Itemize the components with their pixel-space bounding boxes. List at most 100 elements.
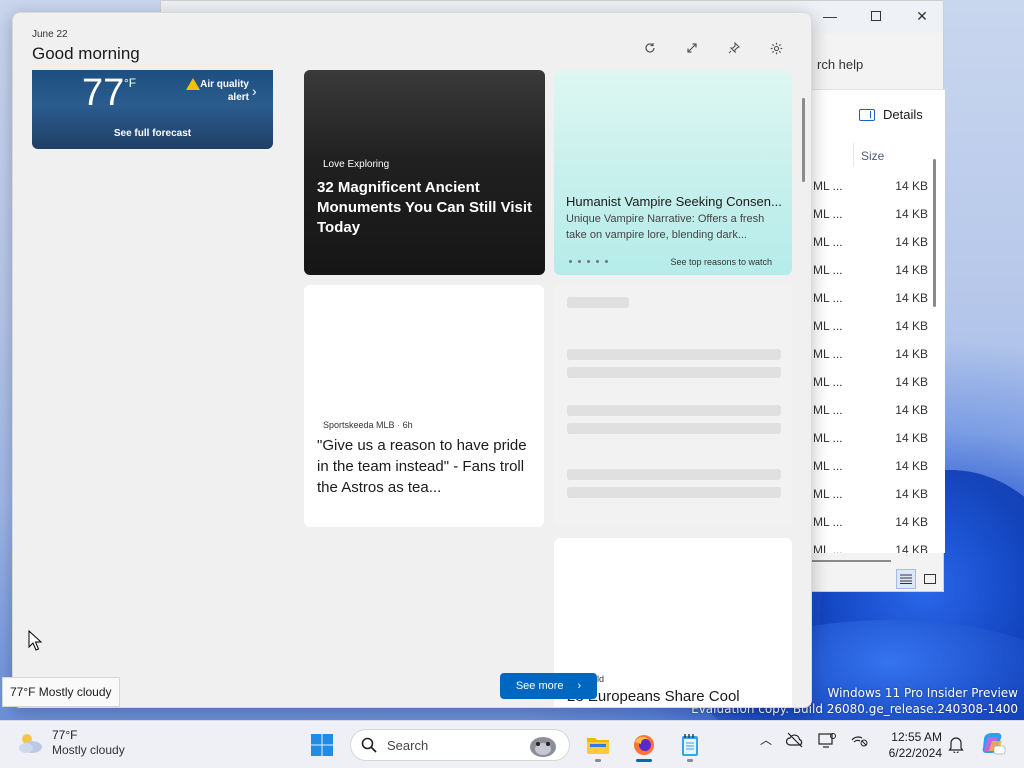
start-button[interactable] [304, 727, 340, 763]
file-list[interactable]: ML ... 14 KB ML ... 14 KB ML ... 14 KB ML ... 1… [811, 139, 945, 553]
news-card-monuments[interactable]: Love Exploring 32 Magnificent Ancient Mo… [304, 70, 545, 275]
table-row[interactable]: ML ... 14 KB [811, 229, 931, 257]
file-type-cell: ML ... [813, 207, 843, 221]
firefox-taskbar-button[interactable] [626, 727, 662, 763]
list-vertical-scrollbar[interactable] [933, 159, 936, 307]
file-type-cell: ML ... [813, 431, 843, 445]
file-type-cell: ML ... [813, 403, 843, 417]
details-pane-icon [859, 108, 875, 121]
cloud-offline-icon[interactable] [786, 732, 804, 748]
news-card-astros[interactable]: Sportskeeda MLB · 6h "Give us a reason t… [304, 285, 544, 527]
carousel-dot[interactable] [605, 260, 608, 263]
minimize-button[interactable]: — [807, 1, 853, 31]
file-size-cell: 14 KB [895, 459, 928, 473]
cloudy-weather-icon [19, 734, 42, 753]
gear-icon [770, 42, 782, 54]
search-icon [361, 737, 377, 753]
show-hidden-icons-button[interactable]: ︿ [760, 731, 772, 748]
weather-tooltip: 77°F Mostly cloudy [2, 677, 120, 707]
details-pane-button[interactable]: Details [859, 107, 923, 122]
network-icon[interactable] [850, 732, 868, 748]
promo-card-vampire[interactable]: Humanist Vampire Seeking Consen... Uniqu… [554, 70, 792, 275]
expand-icon [687, 43, 697, 53]
details-view-icon [900, 574, 912, 584]
table-row[interactable]: ML ... 14 KB [811, 369, 931, 397]
file-type-cell: ML ... [813, 319, 843, 333]
copilot-icon[interactable] [980, 731, 1006, 757]
card-title[interactable]: "Give us a reason to have pride in the t… [317, 435, 535, 498]
refresh-icon [645, 43, 655, 53]
file-size-cell: 14 KB [895, 431, 928, 445]
tiles-view-button[interactable] [920, 569, 940, 589]
card-source: Sportskeeda MLB [323, 420, 395, 430]
see-more-button[interactable]: See more › [500, 673, 597, 699]
see-more-label: See more [515, 680, 564, 692]
expand-button[interactable] [681, 37, 703, 59]
carousel-dot[interactable] [587, 260, 590, 263]
weather-temperature: 77 [82, 72, 125, 114]
table-row[interactable]: ML ... 14 KB [811, 313, 931, 341]
widgets-board[interactable]: June 22 Good morning 77 °F Air quality a… [12, 12, 812, 708]
widgets-date: June 22 [32, 29, 68, 40]
details-label: Details [883, 107, 923, 122]
card-title[interactable]: 23 Europeans Share Cool [567, 688, 787, 705]
skeleton-line [567, 297, 629, 308]
taskbar-weather-desc: Mostly cloudy [52, 743, 125, 757]
file-size-cell: 14 KB [895, 375, 928, 389]
table-row[interactable]: ML ... 14 KB [811, 201, 931, 229]
table-row[interactable]: ML ... 14 KB [811, 481, 931, 509]
table-row[interactable]: ML ... 14 KB [811, 509, 931, 537]
file-explorer-taskbar-button[interactable] [580, 727, 616, 763]
table-row[interactable]: ML ... 14 KB [811, 425, 931, 453]
file-type-cell: ML ... [813, 459, 843, 473]
search-placeholder: Search [387, 737, 429, 753]
pin-widget-button[interactable] [723, 37, 745, 59]
list-horizontal-scrollbar[interactable] [811, 560, 891, 562]
close-button[interactable]: ✕ [899, 1, 945, 31]
notification-bell-icon[interactable] [948, 735, 964, 753]
weather-unit: °F [124, 76, 137, 90]
card-description: Unique Vampire Narrative: Offers a fresh… [566, 213, 765, 241]
table-row[interactable]: ML ... 14 KB [811, 173, 931, 201]
taskbar-search-box[interactable]: Search [350, 729, 570, 761]
clock-time: 12:55 AM [891, 730, 942, 744]
table-row[interactable]: ML ... 14 KB [811, 341, 931, 369]
notepad-taskbar-button[interactable] [672, 727, 708, 763]
file-size-cell: 14 KB [895, 263, 928, 277]
card-title[interactable]: Humanist Vampire Seeking Consen... [566, 194, 788, 209]
table-row[interactable]: ML ... 14 KB [811, 285, 931, 313]
see-full-forecast-link[interactable]: See full forecast [32, 128, 273, 139]
column-divider[interactable] [853, 143, 854, 167]
file-size-cell: 14 KB [895, 319, 928, 333]
air-quality-alert[interactable]: Air quality alert [187, 78, 249, 104]
table-row[interactable]: ML ... 14 KB [811, 257, 931, 285]
details-view-button[interactable] [896, 569, 916, 589]
weather-widget[interactable]: 77 °F Air quality alert › See full forec… [32, 70, 273, 149]
table-row[interactable]: ML ... 14 KB [811, 397, 931, 425]
maximize-icon [871, 11, 881, 21]
carousel-dots[interactable] [569, 260, 608, 263]
chevron-right-icon[interactable]: › [252, 83, 257, 99]
system-clock[interactable]: 12:55 AM 6/22/2024 [882, 729, 942, 761]
carousel-dot[interactable] [578, 260, 581, 263]
taskbar-weather-widget[interactable]: 77°F Mostly cloudy [16, 728, 125, 758]
firefox-icon [634, 735, 654, 755]
maximize-button[interactable] [853, 1, 899, 31]
display-icon[interactable] [818, 732, 837, 748]
file-size-cell: 14 KB [895, 207, 928, 221]
card-source: Love Exploring [323, 159, 390, 170]
carousel-dot[interactable] [569, 260, 572, 263]
loading-card-placeholder [554, 285, 792, 527]
carousel-dot[interactable] [596, 260, 599, 263]
card-title[interactable]: 32 Magnificent Ancient Monuments You Can… [317, 178, 537, 238]
feed-scrollbar[interactable] [802, 98, 805, 182]
windows-logo-icon [311, 734, 333, 756]
file-type-cell: ML ... [813, 487, 843, 501]
settings-button[interactable] [765, 37, 787, 59]
see-top-reasons-link[interactable]: See top reasons to watch [670, 257, 772, 267]
size-column-header[interactable]: Size [861, 149, 884, 163]
table-row[interactable]: ML ... 14 KB [811, 537, 931, 553]
search-help-field[interactable]: rch help [817, 57, 863, 72]
table-row[interactable]: ML ... 14 KB [811, 453, 931, 481]
refresh-button[interactable] [639, 37, 661, 59]
